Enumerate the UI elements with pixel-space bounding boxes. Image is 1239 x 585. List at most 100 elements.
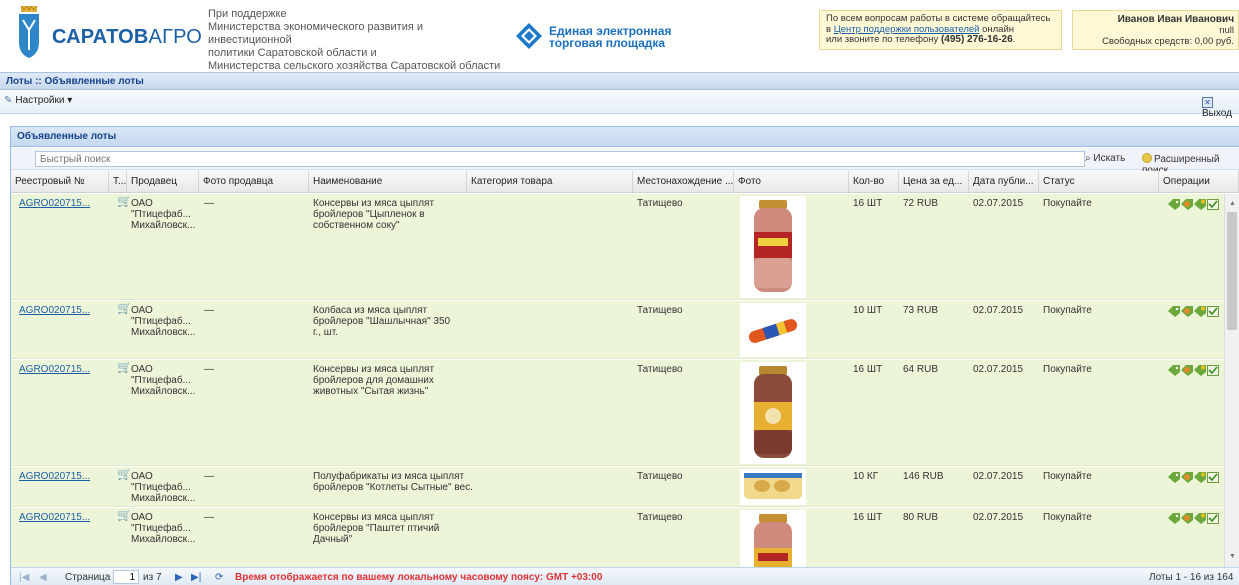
etp-emblem-icon: [516, 23, 542, 49]
support-text: При поддержке Министерства экономическог…: [208, 8, 501, 72]
saratovagro-logo[interactable]: САРАТОВАГРО: [14, 6, 202, 62]
tag-icon[interactable]: [1168, 306, 1180, 317]
first-page-icon[interactable]: |◀: [19, 572, 29, 583]
approve-icon[interactable]: [1207, 306, 1219, 317]
product-photo-pack[interactable]: [740, 469, 806, 505]
scroll-up-icon[interactable]: ▲: [1228, 200, 1237, 208]
etp-logo[interactable]: Единая электронная торговая площадка: [515, 20, 675, 52]
product-photo-jar-brown[interactable]: [740, 362, 806, 464]
approve-icon[interactable]: [1207, 513, 1219, 524]
lot-price: 146 RUB: [903, 471, 944, 482]
col-header-name[interactable]: Наименование: [309, 171, 467, 192]
tag-plus-icon[interactable]: [1181, 513, 1193, 524]
reg-number-link[interactable]: AGRO020715...: [19, 364, 109, 375]
table-row[interactable]: AGRO020715... 🛒 ОАО "Птицефаб... Михайловс…: [11, 508, 1224, 567]
tag-icon[interactable]: [1168, 472, 1180, 483]
tag-plus-icon[interactable]: [1181, 199, 1193, 210]
grid-scrollbar[interactable]: ▲ ▼: [1224, 194, 1239, 567]
row-operations: [1168, 365, 1224, 377]
lots-grid: AGRO020715... 🛒 ОАО "Птицефаб... Михайловс…: [11, 194, 1224, 567]
lots-summary: Лоты 1 - 16 из 164: [1149, 572, 1234, 583]
col-header-qty[interactable]: Кол-во: [849, 171, 899, 192]
cart-icon[interactable]: 🛒: [117, 510, 132, 521]
tag-star-icon[interactable]: [1194, 513, 1206, 524]
col-header-category[interactable]: Категория товара: [467, 171, 633, 192]
lot-location: Татищево: [637, 512, 683, 523]
col-header-ops[interactable]: Операции: [1159, 171, 1239, 192]
lot-name: Консервы из мяса цыплят бройлеров "Паштет…: [313, 512, 440, 545]
lot-date: 02.07.2015: [973, 512, 1024, 523]
col-header-reg[interactable]: Реестровый №: [11, 171, 109, 192]
tag-plus-icon[interactable]: [1181, 306, 1193, 317]
table-row[interactable]: AGRO020715... 🛒 ОАО "Птицефаб... Михайловс…: [11, 467, 1224, 507]
row-operations: [1168, 199, 1224, 211]
lot-status: Покупайте: [1043, 305, 1092, 316]
table-row[interactable]: AGRO020715... 🛒 ОАО "Птицефаб... Михайловс…: [11, 360, 1224, 466]
approve-icon[interactable]: [1207, 365, 1219, 376]
exit-button[interactable]: ✕Выход: [1202, 95, 1239, 119]
product-photo-sausage[interactable]: [740, 303, 806, 357]
tag-plus-icon[interactable]: [1181, 365, 1193, 376]
advanced-search-icon: [1142, 153, 1152, 163]
user-org: null: [1219, 25, 1234, 36]
lots-panel: Объявленные лоты ⌕ Искать Расширенный по…: [10, 126, 1239, 585]
tag-icon[interactable]: [1168, 513, 1180, 524]
tag-star-icon[interactable]: [1194, 365, 1206, 376]
scrollbar-thumb[interactable]: [1227, 212, 1237, 330]
tag-icon[interactable]: [1168, 199, 1180, 210]
table-row[interactable]: AGRO020715... 🛒 ОАО "Птицефаб... Михайловс…: [11, 301, 1224, 359]
col-header-status[interactable]: Статус: [1039, 171, 1159, 192]
col-header-seller-photo[interactable]: Фото продавца: [199, 171, 309, 192]
approve-icon[interactable]: [1207, 472, 1219, 483]
col-header-seller[interactable]: Продавец: [127, 171, 199, 192]
seller-name: ОАО "Птицефаб... Михайловск...: [131, 198, 196, 231]
lot-qty: 16 ШТ: [853, 198, 883, 209]
tag-icon[interactable]: [1168, 365, 1180, 376]
search-row: ⌕ Искать Расширенный поиск: [11, 148, 1239, 176]
search-button[interactable]: ⌕ Искать: [1085, 153, 1125, 164]
cart-icon[interactable]: 🛒: [117, 469, 132, 480]
next-page-icon[interactable]: ▶: [175, 572, 183, 583]
tag-star-icon[interactable]: [1194, 306, 1206, 317]
scroll-down-icon[interactable]: ▼: [1228, 553, 1237, 561]
lot-location: Татищево: [637, 198, 683, 209]
support-phone: (495) 276-16-26: [940, 34, 1013, 45]
lot-status: Покупайте: [1043, 198, 1092, 209]
lot-status: Покупайте: [1043, 471, 1092, 482]
quick-search-input[interactable]: [35, 151, 1085, 167]
cart-icon[interactable]: 🛒: [117, 196, 132, 207]
product-photo-jar-red[interactable]: [740, 196, 806, 298]
user-name[interactable]: Иванов Иван Иванович: [1073, 14, 1234, 25]
col-header-location[interactable]: Местонахождение ...: [633, 171, 734, 192]
lot-date: 02.07.2015: [973, 471, 1024, 482]
cart-icon[interactable]: 🛒: [117, 303, 132, 314]
page-number-input[interactable]: [113, 570, 139, 584]
settings-button[interactable]: ✎ Настройки ▾: [4, 95, 72, 106]
support-center-link[interactable]: Центр поддержки пользователей: [834, 24, 980, 35]
reg-number-link[interactable]: AGRO020715...: [19, 305, 109, 316]
reg-number-link[interactable]: AGRO020715...: [19, 198, 109, 209]
refresh-icon[interactable]: ⟳: [215, 572, 223, 583]
row-operations: [1168, 513, 1224, 525]
row-operations: [1168, 472, 1224, 484]
cart-icon[interactable]: 🛒: [117, 362, 132, 373]
col-header-type[interactable]: Т...: [109, 171, 127, 192]
tag-plus-icon[interactable]: [1181, 472, 1193, 483]
product-photo-jar-red[interactable]: [740, 510, 806, 567]
tag-star-icon[interactable]: [1194, 472, 1206, 483]
lot-price: 80 RUB: [903, 512, 939, 523]
col-header-date[interactable]: Дата публи...: [969, 171, 1039, 192]
col-header-photo[interactable]: Фото: [734, 171, 849, 192]
tag-star-icon[interactable]: [1194, 199, 1206, 210]
prev-page-icon[interactable]: ◀: [39, 572, 47, 583]
col-header-price[interactable]: Цена за ед...: [899, 171, 969, 192]
reg-number-link[interactable]: AGRO020715...: [19, 471, 109, 482]
table-row[interactable]: AGRO020715... 🛒 ОАО "Птицефаб... Михайловс…: [11, 194, 1224, 300]
reg-number-link[interactable]: AGRO020715...: [19, 512, 109, 523]
last-page-icon[interactable]: ▶|: [191, 572, 201, 583]
lot-date: 02.07.2015: [973, 198, 1024, 209]
approve-icon[interactable]: [1207, 199, 1219, 210]
lot-status: Покупайте: [1043, 512, 1092, 523]
exit-icon: ✕: [1202, 97, 1213, 108]
lot-price: 64 RUB: [903, 364, 939, 375]
